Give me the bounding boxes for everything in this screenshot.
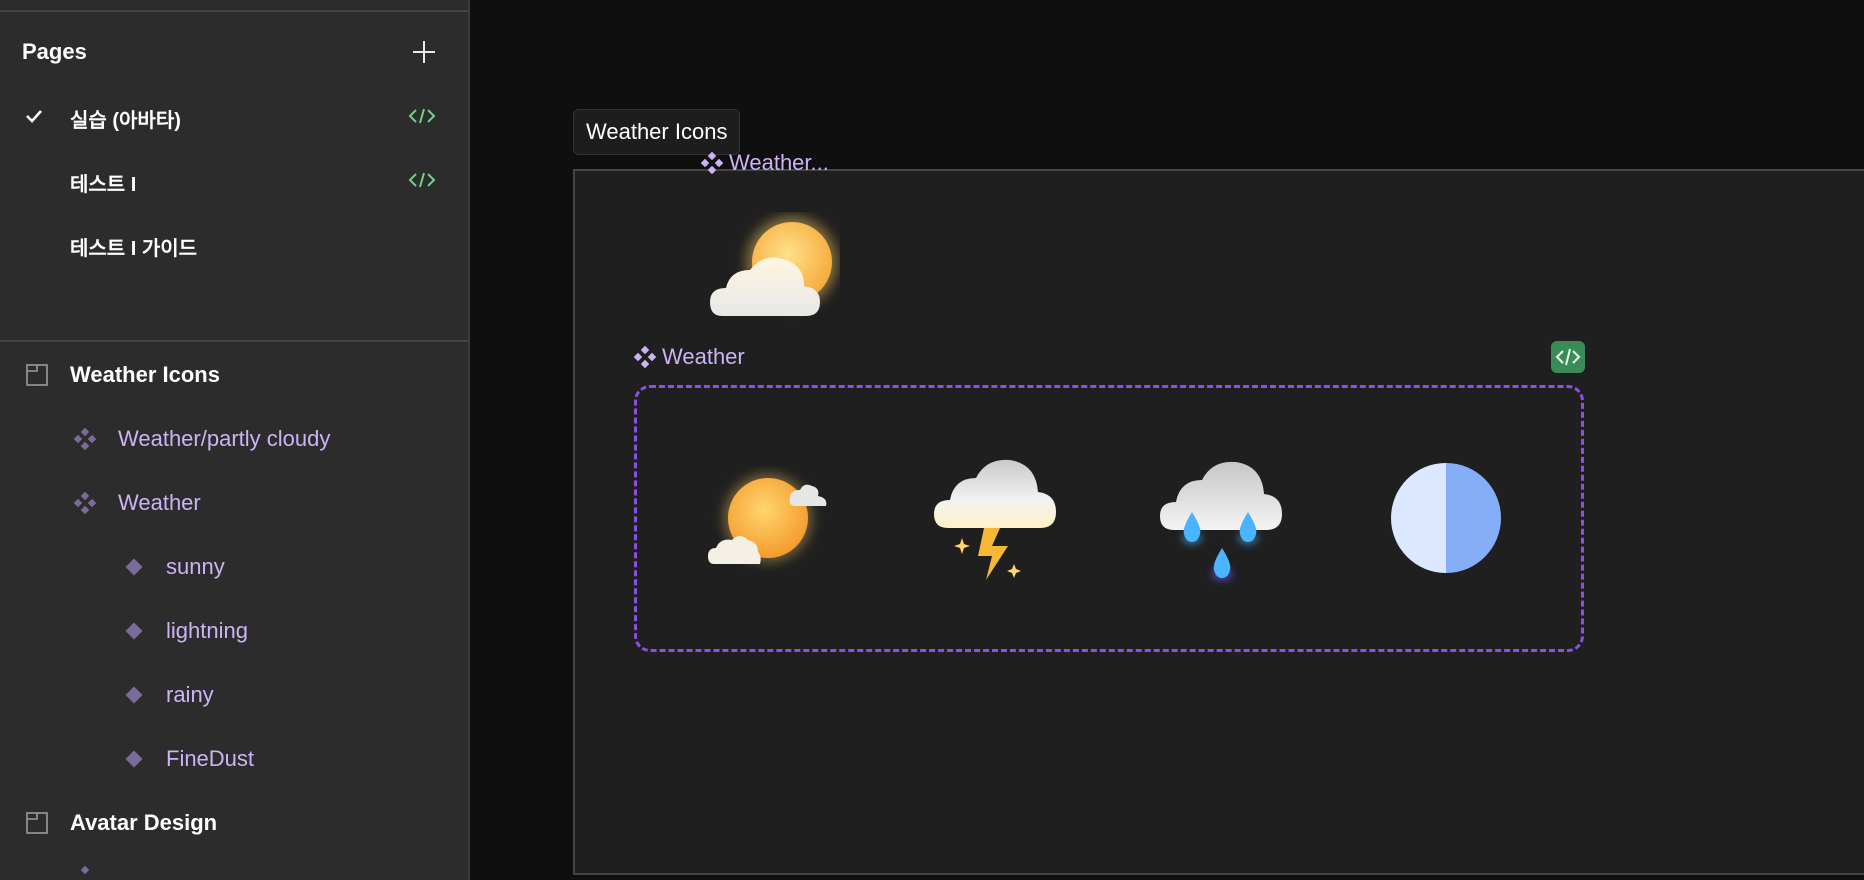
layer-component-partly-cloudy[interactable]: Weather/partly cloudy bbox=[0, 415, 468, 463]
code-icon[interactable] bbox=[408, 170, 436, 190]
partly-cloudy-component-label[interactable]: Weather... bbox=[701, 150, 829, 176]
page-item-label: 테스트 I 가이드 bbox=[70, 238, 198, 260]
frame-title-tag[interactable]: Weather Icons bbox=[573, 109, 741, 155]
variant-icon bbox=[125, 750, 143, 768]
code-icon bbox=[1555, 348, 1581, 366]
layer-variant-lightning[interactable]: lightning bbox=[0, 607, 468, 655]
layers-sidebar: Pages 실습 (아바타) 테스트 I 테스트 I 가이드 Weather I… bbox=[0, 0, 470, 880]
layer-label: Weather Icons bbox=[70, 362, 220, 387]
pages-title: Pages bbox=[22, 39, 87, 64]
layer-label: FineDust bbox=[166, 746, 255, 771]
layer-label: rainy bbox=[166, 682, 214, 707]
component-icon bbox=[701, 152, 723, 174]
page-item-practice-avatar[interactable]: 실습 (아바타) bbox=[0, 92, 468, 140]
component-label-text: Weather bbox=[662, 344, 745, 369]
component-icon bbox=[80, 866, 90, 875]
layer-label: Weather/partly cloudy bbox=[118, 426, 331, 451]
sidebar-top-divider bbox=[0, 10, 468, 12]
lightning-variant-icon[interactable] bbox=[934, 456, 1058, 582]
partly-cloudy-icon[interactable] bbox=[710, 212, 840, 324]
layer-label: sunny bbox=[166, 554, 225, 579]
layer-component-weather[interactable]: Weather bbox=[0, 479, 468, 527]
code-icon[interactable] bbox=[408, 106, 436, 126]
layer-variant-rainy[interactable]: rainy bbox=[0, 671, 468, 719]
page-item-test[interactable]: 테스트 I bbox=[0, 156, 468, 204]
layer-variant-finedust[interactable]: FineDust bbox=[0, 735, 468, 783]
layer-frame-avatar-design[interactable]: Avatar Design bbox=[0, 799, 468, 847]
layer-variant-sunny[interactable]: sunny bbox=[0, 543, 468, 591]
page-item-test-guide[interactable]: 테스트 I 가이드 bbox=[0, 220, 468, 268]
variant-icon bbox=[125, 558, 143, 576]
component-icon bbox=[74, 428, 96, 450]
variant-icon bbox=[125, 622, 143, 640]
weather-component-set-label[interactable]: Weather bbox=[634, 344, 745, 370]
page-item-label: 테스트 I bbox=[70, 174, 137, 196]
component-label-text: Weather... bbox=[729, 150, 829, 175]
page-item-label: 실습 (아바타) bbox=[70, 110, 181, 132]
variant-icon bbox=[125, 686, 143, 704]
pages-header: Pages bbox=[22, 36, 438, 68]
check-icon bbox=[26, 110, 42, 123]
add-page-icon[interactable] bbox=[410, 38, 438, 66]
layer-frame-weather-icons[interactable]: Weather Icons bbox=[0, 351, 468, 399]
frame-icon bbox=[26, 364, 48, 386]
component-icon bbox=[74, 492, 96, 514]
layer-label: Avatar Design bbox=[70, 810, 218, 835]
layer-label: lightning bbox=[166, 618, 248, 643]
component-icon bbox=[634, 346, 656, 368]
rainy-variant-icon[interactable] bbox=[1160, 456, 1284, 586]
sidebar-divider bbox=[0, 340, 468, 342]
dev-mode-code-button[interactable] bbox=[1551, 341, 1585, 373]
sunny-variant-icon[interactable] bbox=[708, 466, 834, 572]
frame-icon bbox=[26, 812, 48, 834]
finedust-variant-icon[interactable] bbox=[1390, 462, 1502, 574]
layer-label: Weather bbox=[118, 490, 201, 515]
